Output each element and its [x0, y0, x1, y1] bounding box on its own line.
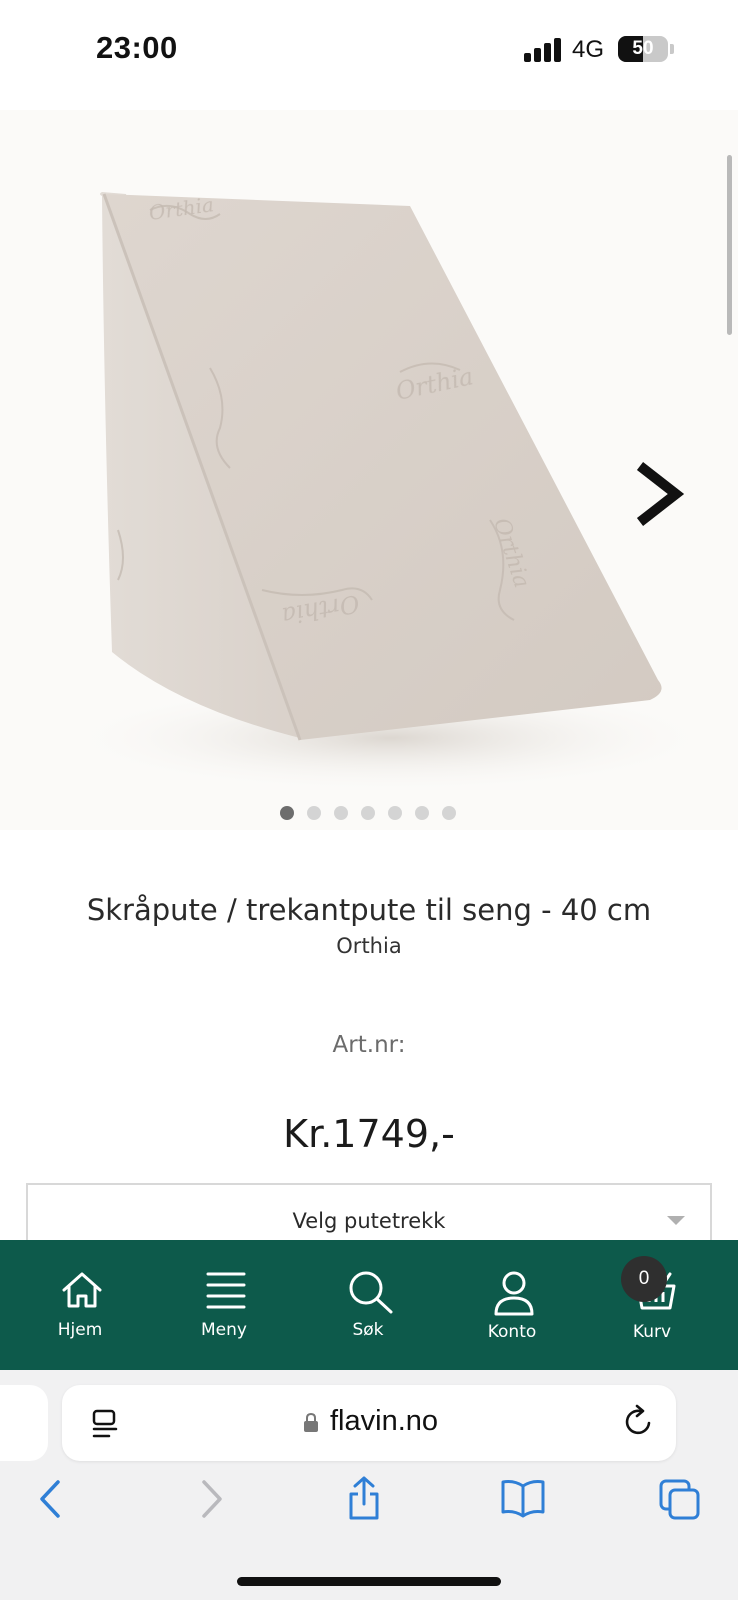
url-text[interactable]: flavin.no	[330, 1405, 438, 1438]
nav-label-search: Søk	[352, 1320, 384, 1340]
chevron-down-icon	[667, 1216, 685, 1225]
scrollbar[interactable]	[727, 155, 732, 335]
status-bar: 23:00 4G 50	[0, 0, 738, 100]
gallery-dot[interactable]	[280, 806, 294, 820]
product-title: Skråpute / trekantpute til seng - 40 cm	[86, 893, 652, 927]
battery-level: 50	[632, 38, 654, 59]
bookmarks-icon[interactable]	[500, 1478, 546, 1518]
cellular-signal-icon	[524, 38, 562, 62]
product-image: Orthia Orthia Orthia Orthia	[60, 192, 720, 793]
lock-icon	[304, 1412, 318, 1432]
forward-icon[interactable]	[196, 1478, 226, 1520]
gallery-dot[interactable]	[307, 806, 321, 820]
product-brand[interactable]: Orthia	[0, 934, 738, 958]
battery-icon: 50	[618, 36, 668, 62]
account-icon	[494, 1271, 534, 1316]
next-image-arrow-icon[interactable]	[630, 458, 690, 528]
gallery-dot[interactable]	[415, 806, 429, 820]
nav-item-home[interactable]: Hjem	[30, 1240, 130, 1370]
home-icon	[62, 1272, 102, 1308]
nav-item-search[interactable]: Søk	[318, 1240, 418, 1370]
gallery-pagination-dots[interactable]	[280, 806, 456, 822]
network-type: 4G	[572, 36, 605, 63]
nav-item-account[interactable]: Konto	[462, 1240, 562, 1370]
gallery-dot[interactable]	[361, 806, 375, 820]
nav-item-menu[interactable]: Meny	[174, 1240, 274, 1370]
cart-count-badge: 0	[621, 1256, 667, 1302]
home-indicator[interactable]	[237, 1577, 501, 1586]
reload-icon[interactable]	[622, 1404, 654, 1438]
share-icon[interactable]	[346, 1474, 382, 1522]
gallery-dot[interactable]	[334, 806, 348, 820]
gallery-dot[interactable]	[442, 806, 456, 820]
previous-tab-preview[interactable]	[0, 1385, 48, 1461]
product-price: Kr.1749,-	[283, 1112, 455, 1156]
nav-label-home: Hjem	[57, 1320, 103, 1340]
gallery-dot[interactable]	[388, 806, 402, 820]
battery-cap	[670, 44, 674, 54]
status-time: 23:00	[96, 30, 178, 65]
page-menu-icon[interactable]	[91, 1409, 119, 1439]
site-bottom-nav: Hjem Meny Søk Konto Kurv	[0, 1240, 738, 1370]
menu-icon	[206, 1272, 246, 1309]
pillowcase-select-label: Velg putetrekk	[292, 1209, 446, 1233]
nav-label-basket: Kurv	[632, 1322, 672, 1342]
tabs-icon[interactable]	[658, 1478, 702, 1522]
nav-label-menu: Meny	[201, 1320, 247, 1340]
nav-label-account: Konto	[487, 1322, 537, 1342]
product-image-gallery[interactable]: Orthia Orthia Orthia Orthia	[0, 110, 738, 830]
article-number-label: Art.nr:	[332, 1032, 406, 1058]
back-icon[interactable]	[36, 1478, 66, 1520]
search-icon	[349, 1271, 393, 1314]
